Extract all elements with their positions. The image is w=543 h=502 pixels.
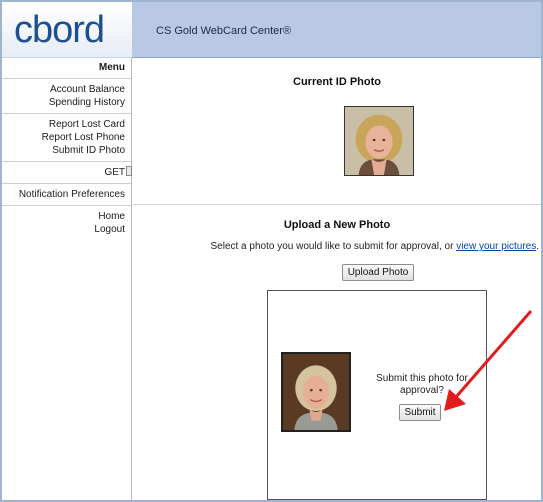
current-id-photo bbox=[344, 106, 414, 176]
submit-button[interactable]: Submit bbox=[399, 404, 441, 421]
submit-question: Submit this photo for approval? bbox=[376, 373, 468, 396]
menu-group-card: Report Lost Card Report Lost Phone Submi… bbox=[2, 114, 131, 162]
upload-instruction: Select a photo you would like to submit … bbox=[133, 241, 541, 252]
upload-instruction-text: Select a photo you would like to submit … bbox=[210, 241, 457, 252]
sidebar-item-get[interactable]: GET bbox=[6, 166, 125, 179]
menu-group-notifications: Notification Preferences bbox=[2, 184, 131, 206]
view-pictures-link[interactable]: view your pictures bbox=[456, 241, 536, 252]
current-photo-heading: Current ID Photo bbox=[293, 76, 381, 88]
sidebar-item-account-balance[interactable]: Account Balance bbox=[6, 83, 125, 96]
new-photo-preview bbox=[281, 352, 351, 432]
portrait-image-icon bbox=[283, 354, 349, 430]
resize-handle[interactable] bbox=[126, 166, 132, 176]
main-content: Current ID Photo Upload a New Photo Sele… bbox=[133, 58, 541, 500]
photo-preview-panel: Submit this photo for approval? Submit bbox=[267, 290, 487, 500]
app-title: CS Gold WebCard Center® bbox=[156, 25, 292, 37]
menu-group-session: Home Logout bbox=[2, 206, 131, 240]
upload-photo-button[interactable]: Upload Photo bbox=[342, 264, 414, 281]
menu-group-account: Account Balance Spending History bbox=[2, 79, 131, 114]
sidebar-item-report-lost-card[interactable]: Report Lost Card bbox=[6, 118, 125, 131]
sidebar-menu: Menu Account Balance Spending History Re… bbox=[2, 58, 132, 500]
sidebar-item-logout[interactable]: Logout bbox=[6, 223, 125, 236]
sidebar-item-home[interactable]: Home bbox=[6, 210, 125, 223]
portrait-image-icon bbox=[345, 107, 413, 175]
sidebar-item-report-lost-phone[interactable]: Report Lost Phone bbox=[6, 131, 125, 144]
title-banner: CS Gold WebCard Center® bbox=[132, 2, 541, 58]
upload-heading: Upload a New Photo bbox=[283, 219, 391, 231]
sidebar-item-spending-history[interactable]: Spending History bbox=[6, 96, 125, 109]
cbord-logo: cbord bbox=[14, 9, 105, 51]
sidebar-item-notification-preferences[interactable]: Notification Preferences bbox=[6, 188, 125, 201]
section-divider bbox=[133, 204, 541, 205]
menu-group-get: GET bbox=[2, 162, 131, 184]
menu-heading: Menu bbox=[2, 58, 131, 79]
sidebar-item-submit-id-photo[interactable]: Submit ID Photo bbox=[6, 144, 125, 157]
upload-instruction-end: . bbox=[536, 241, 539, 252]
